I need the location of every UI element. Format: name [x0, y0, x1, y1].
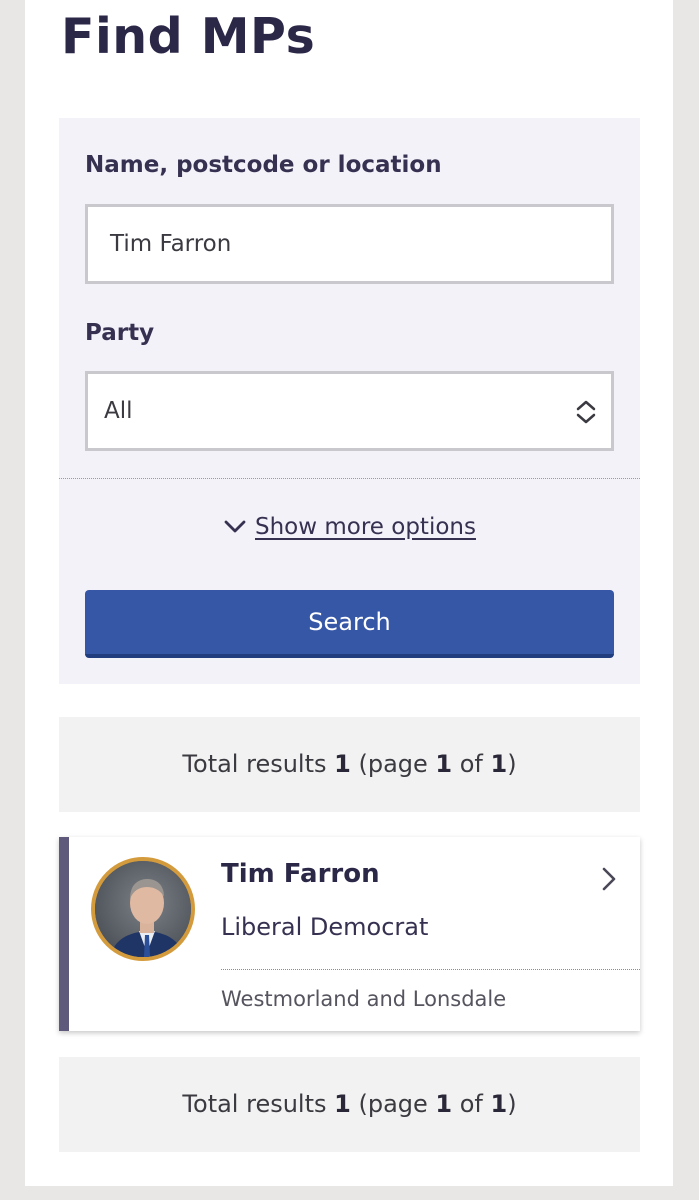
avatar	[91, 857, 195, 961]
total-results-count: 1	[334, 750, 351, 778]
name-field-label: Name, postcode or location	[85, 152, 442, 178]
total-pages: 1	[490, 750, 508, 778]
search-button[interactable]: Search	[85, 590, 614, 658]
mp-result-card[interactable]: Tim Farron Liberal Democrat Westmorland …	[59, 837, 640, 1031]
search-panel: Name, postcode or location Tim Farron Pa…	[59, 118, 640, 684]
mp-name: Tim Farron	[221, 859, 380, 889]
current-page: 1	[435, 750, 453, 778]
chevron-right-icon	[602, 867, 616, 891]
total-results-count: 1	[334, 1090, 351, 1118]
results-summary-top: Total results 1 (page 1 of 1)	[59, 717, 640, 812]
show-more-options-link[interactable]: Show more options	[59, 514, 640, 540]
name-postcode-location-input[interactable]: Tim Farron	[85, 204, 614, 284]
mp-constituency: Westmorland and Lonsdale	[221, 987, 507, 1011]
page-container: Find MPs Name, postcode or location Tim …	[25, 0, 673, 1186]
party-select[interactable]: All	[85, 371, 614, 451]
card-divider	[221, 969, 640, 970]
mp-party: Liberal Democrat	[221, 913, 429, 941]
current-page: 1	[435, 1090, 453, 1118]
show-more-options-label: Show more options	[255, 514, 476, 540]
chevron-down-icon	[224, 520, 246, 532]
total-pages: 1	[490, 1090, 508, 1118]
results-summary-bottom: Total results 1 (page 1 of 1)	[59, 1057, 640, 1152]
party-select-value: All	[104, 398, 133, 424]
page-title: Find MPs	[61, 8, 316, 65]
mp-portrait-image	[95, 861, 191, 957]
party-field-label: Party	[85, 320, 155, 346]
chevron-up-down-icon	[576, 400, 596, 424]
panel-divider	[59, 478, 640, 479]
